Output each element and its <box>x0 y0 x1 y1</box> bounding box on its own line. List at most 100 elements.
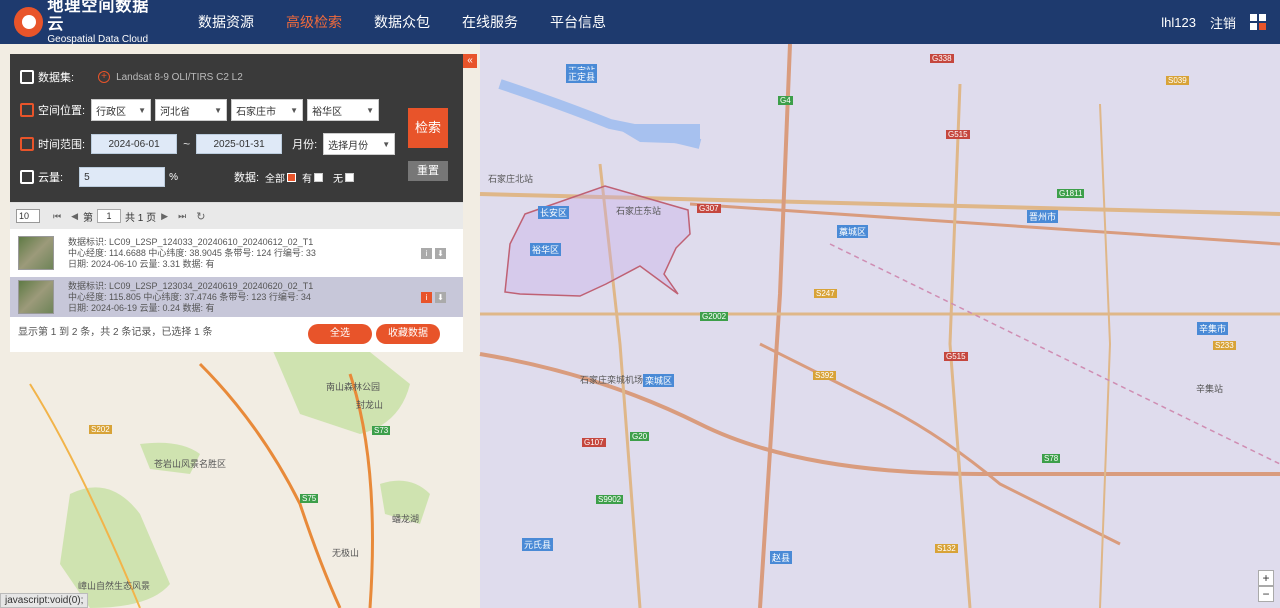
road-shield: G307 <box>697 204 721 213</box>
map-label-nanshan-park: 南山森林公园 <box>326 382 381 392</box>
zoom-control: + − <box>1258 570 1274 602</box>
location-label: 空间位置: <box>38 105 86 117</box>
map-label-jinzhou: 晋州市 <box>1027 210 1059 223</box>
data-label: 数据: <box>233 172 260 184</box>
time-label: 时间范围: <box>38 139 86 151</box>
road-shield: S202 <box>89 425 112 434</box>
start-date-input[interactable]: 2024-06-01 <box>91 134 178 154</box>
info-icon[interactable]: i <box>421 248 432 259</box>
scene-thumbnail[interactable] <box>18 236 54 270</box>
road-shield: S039 <box>1166 76 1189 85</box>
road-shield: S78 <box>1042 454 1061 463</box>
cloud-row: 云量: 5 % 数据: 全部 有 无 <box>20 166 356 188</box>
map-label-sjz-east: 石家庄东站 <box>616 206 662 216</box>
results-summary: 显示第 1 到 2 条，共 2 条记录，已选择 1 条 <box>18 327 213 338</box>
data-all-label: 全部 <box>265 173 286 185</box>
pagination-bar: 10 ⏮ ◀ 第 1 共 1 页 ▶ ⏭ ↻ <box>10 203 463 229</box>
nav-advanced-search[interactable]: 高级检索 <box>270 0 358 44</box>
map-label-xinji: 辛集市 <box>1197 322 1229 335</box>
collapse-panel-button[interactable]: « <box>463 54 477 68</box>
road-shield: G1811 <box>1057 189 1085 198</box>
dataset-value[interactable]: Landsat 8-9 OLI/TIRS C2 L2 <box>116 72 243 83</box>
dataset-label: 数据集: <box>38 72 75 84</box>
last-page-icon[interactable]: ⏭ <box>178 211 186 222</box>
road-shield: G2002 <box>700 312 729 321</box>
location-row: 空间位置: 行政区 ▼ 河北省 ▼ 石家庄市 ▼ 裕华区 ▼ <box>20 99 383 121</box>
map-label-xinji-station: 辛集站 <box>1196 384 1224 394</box>
map-label-gaocheng: 藁城区 <box>837 225 869 238</box>
city-select[interactable]: 石家庄市 ▼ <box>231 99 304 121</box>
results-panel: 10 ⏮ ◀ 第 1 共 1 页 ▶ ⏭ ↻ 数据标识: LC09_L2SP_1… <box>10 202 463 352</box>
location-type-select[interactable]: 行政区 ▼ <box>91 99 152 121</box>
result-text: 数据标识: LC09_L2SP_124033_20240610_20240612… <box>68 236 316 269</box>
result-row[interactable]: 数据标识: LC09_L2SP_123034_20240619_20240620… <box>10 277 463 317</box>
map-label-zhangshan: 嶂山自然生态风景区 <box>78 581 151 604</box>
user-area: lhl123 注销 <box>1161 0 1280 44</box>
nav-data-resources[interactable]: 数据资源 <box>182 0 270 44</box>
map-label-zhengding: 正定县 <box>566 70 598 83</box>
logo-globe-icon <box>14 7 44 37</box>
next-page-icon[interactable]: ▶ <box>161 211 168 222</box>
road-shield: G4 <box>778 96 793 105</box>
scene-thumbnail[interactable] <box>18 280 54 314</box>
map-label-fenglong: 封龙山 <box>356 400 384 410</box>
province-select[interactable]: 河北省 ▼ <box>155 99 228 121</box>
month-label: 月份: <box>292 139 318 151</box>
road-shield: S247 <box>814 289 837 298</box>
refresh-icon[interactable]: ↻ <box>196 210 205 223</box>
data-no-label: 无 <box>333 173 344 185</box>
dataset-icon <box>20 70 34 84</box>
first-page-icon[interactable]: ⏮ <box>53 211 61 222</box>
search-button[interactable]: 检索 <box>408 108 448 148</box>
info-icon[interactable]: i <box>421 292 432 303</box>
location-icon <box>20 103 34 117</box>
page-size-select[interactable]: 10 <box>16 209 40 223</box>
page-number-input[interactable]: 1 <box>97 209 122 223</box>
logout-link[interactable]: 注销 <box>1210 13 1236 32</box>
road-shield: G107 <box>582 438 606 447</box>
page-total: 共 1 页 <box>125 212 157 224</box>
cloud-label: 云量: <box>38 172 64 184</box>
end-date-input[interactable]: 2025-01-31 <box>196 134 283 154</box>
apps-grid-icon[interactable] <box>1250 14 1266 30</box>
data-yes-checkbox[interactable] <box>314 172 324 182</box>
road-shield: S233 <box>1213 341 1236 350</box>
add-dataset-icon[interactable]: + <box>98 71 111 83</box>
map-label-zhaoxian: 赵县 <box>770 551 793 564</box>
road-shield: S73 <box>372 426 391 435</box>
data-all-checkbox[interactable] <box>287 172 297 182</box>
map-label-cangyanshan: 苍岩山风景名胜区 <box>154 459 227 469</box>
data-no-checkbox[interactable] <box>345 172 355 182</box>
district-select[interactable]: 裕华区 ▼ <box>307 99 380 121</box>
favorite-data-button[interactable]: 收藏数据 <box>376 324 440 344</box>
result-row[interactable]: 数据标识: LC09_L2SP_124033_20240610_20240612… <box>10 233 463 273</box>
time-row: 时间范围: 2024-06-01 ~ 2025-01-31 月份: 选择月份 ▼ <box>20 133 399 155</box>
zoom-in-button[interactable]: + <box>1258 570 1274 586</box>
site-logo[interactable]: 地理空间数据云 Geospatial Data Cloud <box>14 0 164 46</box>
result-text: 数据标识: LC09_L2SP_123034_20240619_20240620… <box>68 280 314 313</box>
nav-platform-info[interactable]: 平台信息 <box>534 0 622 44</box>
road-shield: S392 <box>813 371 836 380</box>
select-all-button[interactable]: 全选 <box>308 324 372 344</box>
nav-data-crowdsourcing[interactable]: 数据众包 <box>358 0 446 44</box>
map-label-chang-an: 长安区 <box>538 206 570 219</box>
username-link[interactable]: lhl123 <box>1161 15 1196 30</box>
month-select[interactable]: 选择月份 ▼ <box>323 133 396 155</box>
page-prefix: 第 <box>83 212 94 224</box>
prev-page-icon[interactable]: ◀ <box>71 211 78 222</box>
road-shield: S9902 <box>596 495 624 504</box>
dataset-row: 数据集: + Landsat 8-9 OLI/TIRS C2 L2 <box>20 66 243 88</box>
cloud-cover-input[interactable]: 5 <box>79 167 166 187</box>
reset-button[interactable]: 重置 <box>408 161 448 181</box>
percent-sign: % <box>169 171 178 183</box>
data-yes-label: 有 <box>302 173 313 185</box>
road-shield: G20 <box>630 432 650 441</box>
download-icon[interactable]: ⬇ <box>435 292 446 303</box>
road-shield: G515 <box>944 352 968 361</box>
logo-title-cn: 地理空间数据云 <box>47 0 150 33</box>
browser-status-bar: javascript:void(0); <box>0 593 89 608</box>
nav-online-services[interactable]: 在线服务 <box>446 0 534 44</box>
zoom-out-button[interactable]: − <box>1258 586 1274 602</box>
search-panel: 数据集: + Landsat 8-9 OLI/TIRS C2 L2 空间位置: … <box>10 54 463 202</box>
download-icon[interactable]: ⬇ <box>435 248 446 259</box>
